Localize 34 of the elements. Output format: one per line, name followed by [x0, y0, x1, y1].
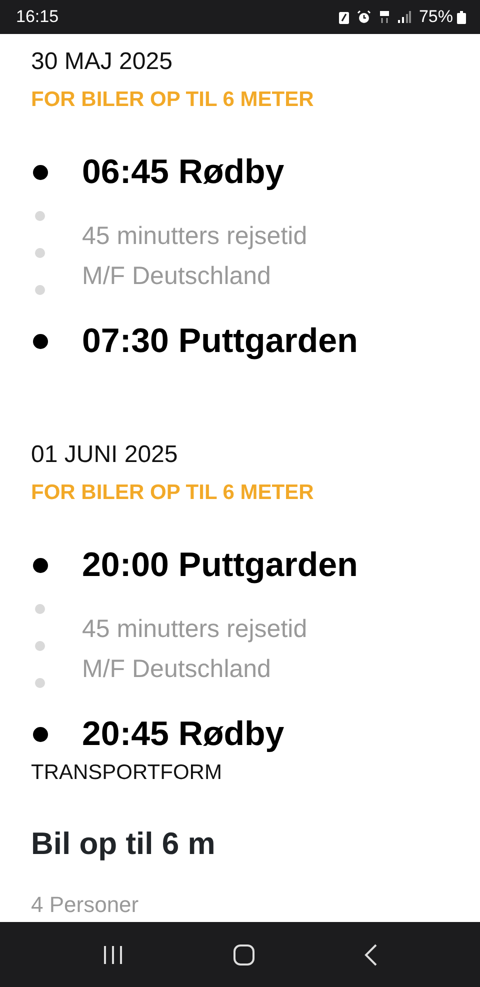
timeline-dot: [35, 211, 45, 221]
trip-detail: 45 minutters rejsetid: [82, 614, 308, 645]
stop-dot: [33, 726, 48, 742]
stop-dot: [33, 164, 48, 180]
trip-detail: M/F Deutschland: [82, 654, 272, 685]
stop-time-place: 07:30 Puttgarden: [82, 321, 358, 362]
recent-apps-icon[interactable]: [102, 944, 124, 964]
trip-date: 30 MAJ 2025: [31, 47, 174, 77]
timeline-dot: [35, 248, 45, 258]
stop-time-place: 06:45 Rødby: [82, 152, 284, 193]
stop-time-place: 20:45 Rødby: [82, 714, 284, 755]
vehicle-type: Bil op til 6 m: [31, 825, 216, 863]
battery-saver-icon: [338, 10, 349, 24]
trip-date: 01 JUNI 2025: [31, 440, 179, 470]
stop-time-place: 20:00 Puttgarden: [82, 545, 358, 586]
alarm-icon: [356, 10, 371, 24]
vehicle-limit: FOR BILER OP TIL 6 METER: [31, 87, 315, 113]
trip-detail: M/F Deutschland: [82, 261, 272, 292]
timeline-dot: [35, 285, 45, 295]
stop-dot: [33, 334, 48, 348]
timeline-dot: [35, 641, 45, 651]
section-heading: TRANSPORTFORM: [31, 760, 223, 786]
passenger-count: 4 Personer: [31, 891, 140, 919]
trip-detail: 45 minutters rejsetid: [82, 221, 308, 252]
vehicle-limit: FOR BILER OP TIL 6 METER: [31, 480, 315, 506]
signal-icon: [398, 11, 411, 23]
back-icon[interactable]: [364, 944, 378, 966]
stop-dot: [33, 558, 48, 572]
timeline-dot: [35, 604, 45, 614]
battery-icon: [457, 10, 466, 24]
battery-percent: 75%: [418, 6, 453, 28]
status-time: 16:15: [16, 6, 59, 28]
timeline-dot: [35, 678, 45, 688]
home-icon[interactable]: [232, 944, 255, 966]
